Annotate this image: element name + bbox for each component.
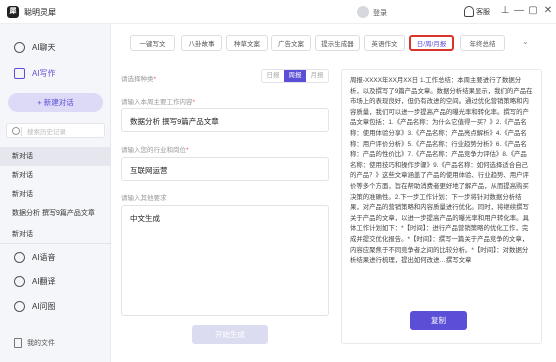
work-content-field[interactable]: 数据分析 撰写9篇产品文章 bbox=[121, 108, 329, 132]
history-item[interactable]: 新对话 bbox=[0, 147, 111, 166]
avatar[interactable] bbox=[357, 6, 369, 18]
pin-icon[interactable]: ⊥ bbox=[498, 4, 512, 18]
new-chat-button[interactable]: + 新建对话 bbox=[8, 93, 103, 112]
option-daily[interactable]: 日报 bbox=[262, 70, 284, 82]
sidebar-item-ai-write[interactable]: AI写作 bbox=[14, 66, 56, 80]
write-icon bbox=[14, 67, 25, 79]
app-logo: 犀 bbox=[7, 6, 19, 18]
title-bar: 犀 聪明灵犀 登录 客服 ⊥ — ▢ ✕ bbox=[0, 0, 556, 24]
tab-product-recommend[interactable]: 种草文案 bbox=[226, 35, 268, 51]
work-content-label: 请输入本周主要工作内容* bbox=[121, 99, 196, 106]
file-icon bbox=[14, 338, 22, 348]
voice-icon bbox=[14, 251, 25, 263]
maximize-button[interactable]: ▢ bbox=[526, 4, 540, 18]
generate-button[interactable]: 开始生成 bbox=[192, 325, 268, 344]
history-item[interactable]: 数据分析 撰写9篇产品文章 bbox=[0, 204, 111, 223]
other-requirements-field[interactable]: 中文生成 bbox=[121, 205, 329, 316]
report-type-selector[interactable]: 日报 周报 月报 bbox=[261, 69, 329, 83]
tab-prompt-generator[interactable]: 提示生成器 bbox=[315, 35, 360, 51]
search-placeholder: 搜索历史记录 bbox=[27, 128, 66, 136]
sidebar-item-label: AI问图 bbox=[32, 301, 56, 311]
generated-report-text: 周报-XXXX年XX月XX日 1.工作总结：本周主要进行了数据分析，以及撰写了9… bbox=[350, 77, 533, 265]
other-requirements-label: 请输入其他要求 bbox=[121, 195, 167, 202]
minimize-button[interactable]: — bbox=[512, 4, 526, 18]
sidebar-item-label: AI写作 bbox=[32, 68, 56, 78]
chevron-down-icon[interactable]: ⌄ bbox=[522, 37, 529, 46]
app-title: 聪明灵犀 bbox=[24, 8, 56, 17]
history-search-input[interactable]: 搜索历史记录 bbox=[6, 123, 105, 138]
tab-gossip-story[interactable]: 八卦故事 bbox=[181, 35, 222, 51]
sidebar-item-label: AI翻译 bbox=[32, 276, 56, 286]
image-question-icon bbox=[14, 300, 25, 312]
tab-one-click-article[interactable]: 一键写文 bbox=[130, 35, 175, 51]
tab-ad-copy[interactable]: 广告文案 bbox=[271, 35, 311, 51]
sidebar-item-ai-image-question[interactable]: AI问图 bbox=[14, 299, 56, 313]
type-label: 请选择种类* bbox=[121, 76, 157, 83]
history-item[interactable]: 新对话 bbox=[0, 225, 111, 244]
login-link[interactable]: 登录 bbox=[373, 8, 387, 18]
sidebar-item-ai-chat[interactable]: AI聊天 bbox=[14, 40, 56, 54]
divider bbox=[21, 127, 22, 136]
translate-icon bbox=[14, 275, 25, 287]
option-monthly[interactable]: 月报 bbox=[306, 70, 328, 82]
search-icon bbox=[12, 127, 20, 135]
sidebar: AI聊天 AI写作 + 新建对话 搜索历史记录 新对话 新对话 新对话 数据分析… bbox=[0, 24, 111, 362]
history-item[interactable]: 新对话 bbox=[0, 185, 111, 204]
tab-year-end-summary[interactable]: 年终总结 bbox=[460, 35, 505, 51]
close-button[interactable]: ✕ bbox=[541, 4, 555, 18]
my-files-label: 我的文件 bbox=[27, 340, 55, 347]
option-weekly[interactable]: 周报 bbox=[284, 70, 306, 82]
history-item[interactable]: 新对话 bbox=[0, 166, 111, 185]
my-files-button[interactable]: 我的文件 bbox=[14, 338, 55, 348]
sidebar-item-ai-voice[interactable]: AI语音 bbox=[14, 250, 56, 264]
output-panel: 周报-XXXX年XX月XX日 1.工作总结：本周主要进行了数据分析，以及撰写了9… bbox=[341, 69, 542, 344]
copy-button[interactable]: 复制 bbox=[410, 311, 467, 330]
sidebar-item-label: AI语音 bbox=[32, 252, 56, 262]
tab-english-essay[interactable]: 英语作文 bbox=[364, 35, 405, 51]
tab-daily-weekly-monthly-report[interactable]: 日/周/月报 bbox=[409, 35, 454, 51]
industry-label: 请输入您的行业和岗位* bbox=[121, 147, 189, 154]
customer-service-button[interactable]: 客服 bbox=[476, 7, 490, 17]
chat-icon bbox=[14, 41, 25, 53]
headset-icon[interactable] bbox=[464, 6, 474, 17]
sidebar-item-ai-translate[interactable]: AI翻译 bbox=[14, 274, 56, 288]
divider bbox=[0, 243, 111, 244]
sidebar-item-label: AI聊天 bbox=[32, 42, 56, 52]
industry-field[interactable]: 互联网运营 bbox=[121, 157, 329, 181]
